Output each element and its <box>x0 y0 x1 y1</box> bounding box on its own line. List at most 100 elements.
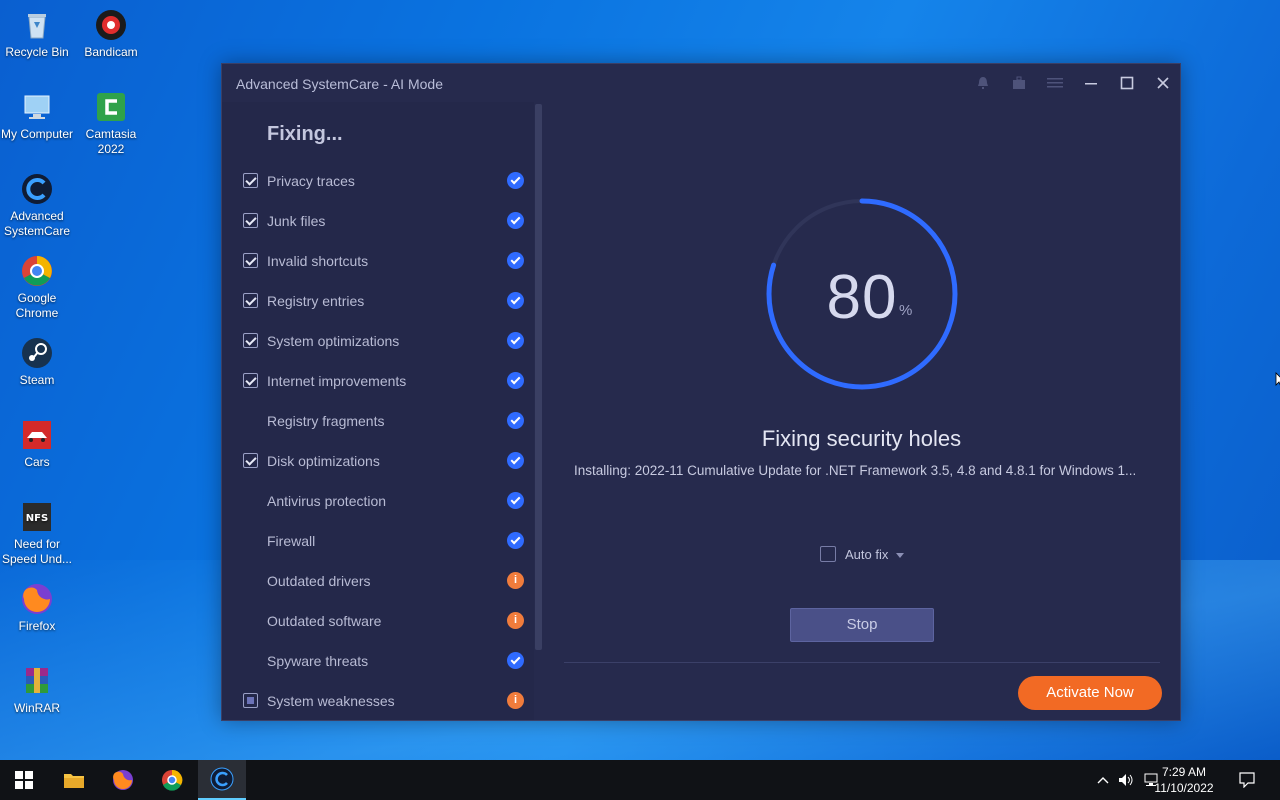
desktop-icon-label: Camtasia 2022 <box>85 127 137 156</box>
advanced-systemcare-window: Advanced SystemCare - AI Mode Fixing... … <box>221 63 1181 721</box>
fix-item-row[interactable]: Junk files <box>222 202 534 242</box>
progress-percent-symbol: % <box>899 302 913 319</box>
menu-icon[interactable] <box>1043 72 1067 94</box>
check-circle-icon <box>507 212 524 229</box>
stop-button[interactable]: Stop <box>790 608 934 642</box>
toolbox-icon[interactable] <box>1007 72 1031 94</box>
check-circle-icon <box>507 252 524 269</box>
chrome-icon <box>20 254 54 288</box>
desktop-icon-nfs[interactable]: NFS Need for Speed Und... <box>0 500 74 567</box>
desktop-icon-winrar[interactable]: WinRAR <box>0 664 74 716</box>
fix-item-label: Firewall <box>267 533 316 549</box>
fix-item-row[interactable]: Spyware threats <box>222 642 534 682</box>
checkbox-checked[interactable] <box>243 333 258 348</box>
nfs-icon: NFS <box>20 500 54 534</box>
clock-date: 11/10/2022 <box>1154 781 1214 795</box>
fix-item-row[interactable]: Registry entries <box>222 282 534 322</box>
notification-icon[interactable] <box>971 72 995 94</box>
cars-icon <box>20 418 54 452</box>
activate-now-button[interactable]: Activate Now <box>1018 676 1162 710</box>
fix-item-row[interactable]: Outdated software i <box>222 602 534 642</box>
fix-item-label: Junk files <box>267 213 326 229</box>
check-circle-icon <box>507 372 524 389</box>
info-icon: i <box>507 572 524 589</box>
taskbar: 7:29 AM 11/10/2022 <box>0 760 1280 800</box>
desktop-icon-label: Google Chrome <box>15 291 59 320</box>
fix-item-row[interactable]: System optimizations <box>222 322 534 362</box>
fix-item-label: Registry fragments <box>267 413 385 429</box>
firefox-icon <box>20 582 54 616</box>
camtasia-icon <box>94 90 128 124</box>
fix-item-row[interactable]: Internet improvements <box>222 362 534 402</box>
system-clock[interactable]: 7:29 AM 11/10/2022 <box>1144 764 1224 796</box>
checkbox-checked[interactable] <box>243 293 258 308</box>
desktop-icon-label: Steam <box>19 373 55 387</box>
check-circle-icon <box>507 292 524 309</box>
desktop-icon-google-chrome[interactable]: Google Chrome <box>0 254 74 321</box>
checkbox-checked[interactable] <box>243 253 258 268</box>
taskbar-advanced-systemcare-icon[interactable] <box>198 760 246 800</box>
desktop-icon-recycle-bin[interactable]: Recycle Bin <box>0 8 74 60</box>
window-title: Advanced SystemCare - AI Mode <box>236 76 443 92</box>
fix-item-row[interactable]: Outdated drivers i <box>222 562 534 602</box>
desktop-icon-bandicam[interactable]: Bandicam <box>74 8 148 60</box>
checkbox-checked[interactable] <box>243 453 258 468</box>
checkbox-checked[interactable] <box>243 213 258 228</box>
chevron-up-icon[interactable] <box>1094 760 1112 800</box>
checkbox-checked[interactable] <box>243 373 258 388</box>
fix-item-label: System optimizations <box>267 333 400 349</box>
desktop-icon-firefox[interactable]: Firefox <box>0 582 74 634</box>
fix-item-row[interactable]: Disk optimizations <box>222 442 534 482</box>
volume-icon[interactable] <box>1116 760 1136 800</box>
check-circle-icon <box>507 332 524 349</box>
fix-list-scrollbar[interactable] <box>535 104 542 650</box>
maximize-icon[interactable] <box>1115 72 1139 94</box>
winrar-icon <box>20 664 54 698</box>
check-circle-icon <box>507 652 524 669</box>
auto-fix-checkbox[interactable] <box>820 546 836 562</box>
fix-item-row[interactable]: Privacy traces <box>222 162 534 202</box>
fix-item-row[interactable]: Antivirus protection <box>222 482 534 522</box>
fix-item-label: Registry entries <box>267 293 365 309</box>
progress-panel: 80 % Fixing security holes Installing: 2… <box>542 102 1180 720</box>
divider <box>564 662 1160 663</box>
fix-item-row[interactable]: Invalid shortcuts <box>222 242 534 282</box>
chevron-down-icon[interactable] <box>896 553 904 558</box>
start-icon[interactable] <box>0 760 48 800</box>
fix-item-label: Antivirus protection <box>267 493 387 509</box>
taskbar-firefox-icon[interactable] <box>99 760 147 800</box>
minimize-icon[interactable] <box>1079 72 1103 94</box>
desktop-icon-steam[interactable]: Steam <box>0 336 74 388</box>
status-title: Fixing security holes <box>761 426 962 451</box>
svg-text:NFS: NFS <box>26 513 48 524</box>
checkbox-partial[interactable] <box>243 693 258 708</box>
fix-item-row[interactable]: System weaknesses i <box>222 682 534 722</box>
clock-time: 7:29 AM <box>1161 765 1207 779</box>
fix-item-label: Internet improvements <box>267 373 407 389</box>
computer-icon <box>20 90 54 124</box>
fix-item-row[interactable]: Firewall <box>222 522 534 562</box>
check-circle-icon <box>507 452 524 469</box>
desktop-icon-camtasia[interactable]: Camtasia 2022 <box>74 90 148 157</box>
desktop-icon-label: WinRAR <box>13 701 60 715</box>
steam-icon <box>20 336 54 370</box>
status-detail: Installing: 2022-11 Cumulative Update fo… <box>574 463 1137 478</box>
fix-item-row[interactable]: Registry fragments <box>222 402 534 442</box>
desktop-icon-advanced-systemcare[interactable]: Advanced SystemCare <box>0 172 74 239</box>
desktop-icon-label: Need for Speed Und... <box>1 537 73 566</box>
close-icon[interactable] <box>1151 72 1175 94</box>
checkbox-checked[interactable] <box>243 173 258 188</box>
window-titlebar[interactable]: Advanced SystemCare - AI Mode <box>222 64 1180 102</box>
mouse-cursor-icon <box>1275 372 1280 393</box>
desktop-icon-label: Advanced SystemCare <box>3 209 71 238</box>
file-explorer-icon[interactable] <box>50 760 98 800</box>
notifications-icon[interactable] <box>1236 760 1258 800</box>
desktop-icon-label: Firefox <box>18 619 56 633</box>
desktop-icon-cars[interactable]: Cars <box>0 418 74 470</box>
info-icon: i <box>507 612 524 629</box>
desktop-icon-my-computer[interactable]: My Computer <box>0 90 74 142</box>
fix-item-label: Spyware threats <box>267 653 369 669</box>
taskbar-chrome-icon[interactable] <box>148 760 196 800</box>
fix-items-panel: Fixing... Privacy traces Junk files Invali… <box>222 102 534 720</box>
progress-percent-value: 80 <box>826 263 898 332</box>
